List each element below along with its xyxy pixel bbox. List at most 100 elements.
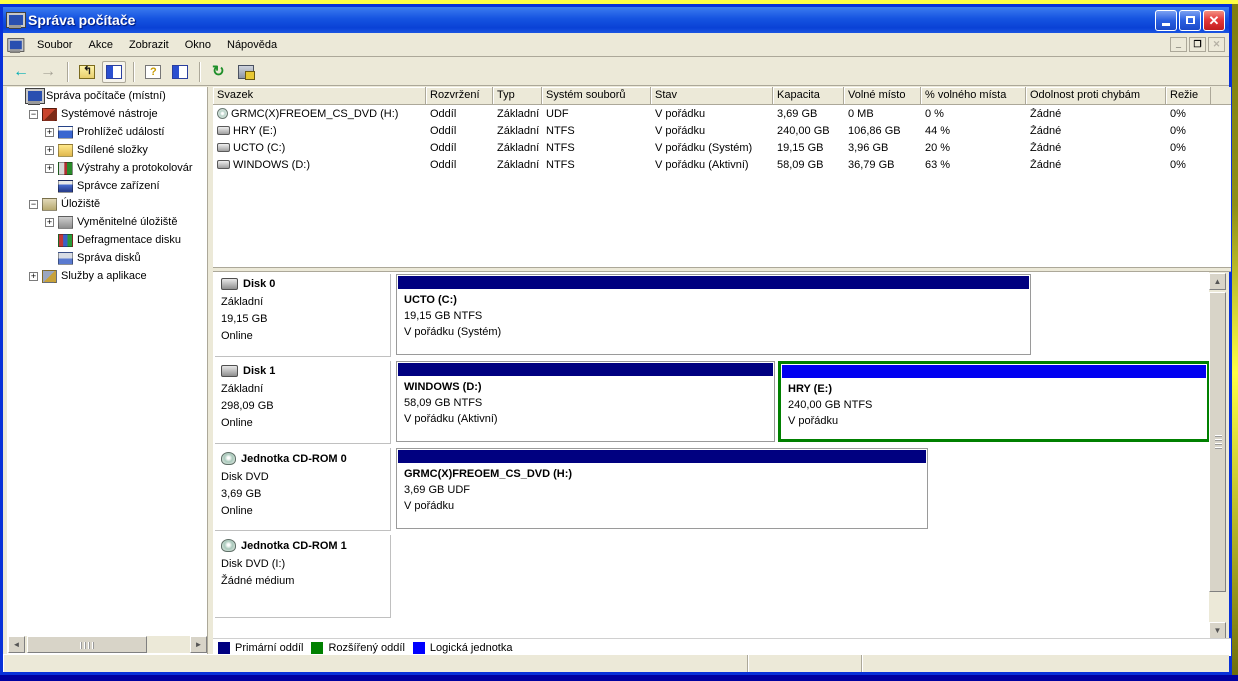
column-header-svazek[interactable]: Svazek xyxy=(213,87,426,104)
collapse-icon[interactable]: − xyxy=(29,200,38,209)
volume-name: HRY (E:) xyxy=(233,125,277,137)
perf-icon xyxy=(58,162,73,175)
tree-item-perf[interactable]: +Výstrahy a protokolovár xyxy=(7,159,207,177)
folderup-icon xyxy=(79,65,95,79)
menu-okno[interactable]: Okno xyxy=(177,36,219,54)
scroll-right-button[interactable]: ► xyxy=(190,636,207,653)
disk-row-disk-0: Disk 0Základní19,15 GBOnlineUCTO (C:)19,… xyxy=(213,272,1209,359)
tree-item-defrag[interactable]: +Defragmentace disku xyxy=(7,231,207,249)
services-icon xyxy=(42,270,57,283)
tools-icon xyxy=(42,108,57,121)
tree-item-tools[interactable]: −Systémové nástroje xyxy=(7,105,207,123)
tree-horizontal-scrollbar[interactable]: ◄ ► xyxy=(8,636,207,653)
cell-reie: 0% xyxy=(1166,108,1211,120)
disk-header[interactable]: Disk 1Základní298,09 GBOnline xyxy=(215,361,391,444)
back-button[interactable]: ← xyxy=(9,61,33,83)
menu-akce[interactable]: Akce xyxy=(80,36,120,54)
partition-grmcxfreoemcsdvdh[interactable]: GRMC(X)FREOEM_CS_DVD (H:)3,69 GB UDFV po… xyxy=(396,448,928,529)
scroll-left-button[interactable]: ◄ xyxy=(8,636,25,653)
cell-svazek: WINDOWS (D:) xyxy=(213,159,426,171)
menu-npovda[interactable]: Nápověda xyxy=(219,36,285,54)
properties-button[interactable] xyxy=(141,61,165,83)
disk-header[interactable]: Jednotka CD-ROM 1Disk DVD (I:)Žádné médi… xyxy=(215,535,391,618)
column-header-typ[interactable]: Typ xyxy=(493,87,542,104)
refresh-icon xyxy=(211,65,227,79)
table-row[interactable]: GRMC(X)FREOEM_CS_DVD (H:)OddílZákladníUD… xyxy=(213,105,1231,122)
menu-zobrazit[interactable]: Zobrazit xyxy=(121,36,177,54)
scrollbar-thumb[interactable] xyxy=(27,636,147,653)
partition-size: 19,15 GB NTFS xyxy=(404,308,1030,324)
expand-icon[interactable]: + xyxy=(29,272,38,281)
legend-label: Rozšířený oddíl xyxy=(328,642,404,654)
tree-item-diskmgmt[interactable]: +Správa disků xyxy=(7,249,207,267)
computer-icon xyxy=(26,89,42,103)
child-restore-button[interactable]: ❐ xyxy=(1189,37,1206,52)
tree-item-storage[interactable]: − Úložiště xyxy=(7,195,207,213)
column-header-odolnostprotichybm[interactable]: Odolnost proti chybám xyxy=(1026,87,1166,104)
disk-header[interactable]: Disk 0Základní19,15 GBOnline xyxy=(215,274,391,357)
partition-windowsd[interactable]: WINDOWS (D:)58,09 GB NTFSV pořádku (Akti… xyxy=(396,361,775,442)
tree-item-computer[interactable]: +Správa počítače (místní) xyxy=(7,87,207,105)
menu-soubor[interactable]: Soubor xyxy=(29,36,80,54)
forward-button[interactable]: → xyxy=(36,61,60,83)
cell-svazek: GRMC(X)FREOEM_CS_DVD (H:) xyxy=(213,108,426,120)
disk-meta: 298,09 GB xyxy=(221,398,388,415)
column-header-kapacita[interactable]: Kapacita xyxy=(773,87,844,104)
expand-icon[interactable]: + xyxy=(45,218,54,227)
menu-bar: SouborAkceZobrazitOknoNápověda _ ❐ ✕ xyxy=(3,33,1229,57)
tree-item-shared[interactable]: +Sdílené složky xyxy=(7,141,207,159)
scroll-up-button[interactable]: ▲ xyxy=(1209,273,1226,290)
partition-hrye[interactable]: HRY (E:)240,00 GB NTFSV pořádku xyxy=(778,361,1209,442)
thumb-grip xyxy=(80,642,94,649)
scroll-down-button[interactable]: ▼ xyxy=(1209,622,1226,639)
column-header-volnhomsta[interactable]: % volného místa xyxy=(921,87,1026,104)
expand-icon[interactable]: + xyxy=(45,146,54,155)
status-segment xyxy=(861,655,1229,672)
partition-info: WINDOWS (D:)58,09 GB NTFSV pořádku (Akti… xyxy=(397,377,774,427)
collapse-icon[interactable]: − xyxy=(29,110,38,119)
tree-item-label: Úložiště xyxy=(61,198,100,210)
console-tree: +Správa počítače (místní)−Systémové nást… xyxy=(7,87,208,656)
table-row[interactable]: WINDOWS (D:)OddílZákladníNTFSV pořádku (… xyxy=(213,156,1231,173)
refresh-button[interactable] xyxy=(207,61,231,83)
show-console-tree-button[interactable] xyxy=(102,61,126,83)
computer-management-window: Správa počítače ✕ SouborAkceZobrazitOkno… xyxy=(0,4,1232,675)
up-one-level-button[interactable] xyxy=(75,61,99,83)
cd-icon xyxy=(221,539,236,552)
disk-name-line: Disk 1 xyxy=(221,365,388,377)
title-bar[interactable]: Správa počítače ✕ xyxy=(3,7,1229,33)
table-row[interactable]: UCTO (C:)OddílZákladníNTFSV pořádku (Sys… xyxy=(213,139,1231,156)
graph-vertical-scrollbar[interactable]: ▲ ▼ xyxy=(1209,273,1226,639)
tree-item-label: Služby a aplikace xyxy=(61,270,147,282)
desktop-strip-bottom xyxy=(0,675,1238,681)
tree-item-removable[interactable]: +Vyměnitelné úložiště xyxy=(7,213,207,231)
column-header-volnmsto[interactable]: Volné místo xyxy=(844,87,921,104)
cd-icon xyxy=(217,108,228,119)
scrollbar-track[interactable] xyxy=(25,636,190,653)
show-hide-panes-button[interactable] xyxy=(168,61,192,83)
desktop-strip-right xyxy=(1232,4,1238,675)
tree-item-label: Defragmentace disku xyxy=(77,234,181,246)
table-row[interactable]: HRY (E:)OddílZákladníNTFSV pořádku240,00… xyxy=(213,122,1231,139)
expand-icon[interactable]: + xyxy=(45,164,54,173)
scrollbar-thumb[interactable] xyxy=(1209,292,1226,592)
tree-item-services[interactable]: + Služby a aplikace xyxy=(7,267,207,285)
partition-uctoc[interactable]: UCTO (C:)19,15 GB NTFSV pořádku (Systém) xyxy=(396,274,1031,355)
maximize-button[interactable] xyxy=(1179,10,1201,31)
disk-management-view-button[interactable] xyxy=(234,61,258,83)
toolbar-separator xyxy=(133,62,134,82)
column-header-stav[interactable]: Stav xyxy=(651,87,773,104)
column-header-reie[interactable]: Režie xyxy=(1166,87,1211,104)
defrag-icon xyxy=(58,234,73,247)
column-header-rozvren[interactable]: Rozvržení xyxy=(426,87,493,104)
tree-item-devmgr[interactable]: +Správce zařízení xyxy=(7,177,207,195)
disk-name: Disk 1 xyxy=(243,365,275,377)
scrollbar-track[interactable] xyxy=(1209,290,1226,622)
tree-item-event[interactable]: +Prohlížeč událostí xyxy=(7,123,207,141)
disk-header[interactable]: Jednotka CD-ROM 0Disk DVD3,69 GBOnline xyxy=(215,448,391,531)
close-button[interactable]: ✕ xyxy=(1203,10,1225,31)
child-minimize-button[interactable]: _ xyxy=(1170,37,1187,52)
expand-icon[interactable]: + xyxy=(45,128,54,137)
minimize-button[interactable] xyxy=(1155,10,1177,31)
column-header-systmsoubor[interactable]: Systém souborů xyxy=(542,87,651,104)
